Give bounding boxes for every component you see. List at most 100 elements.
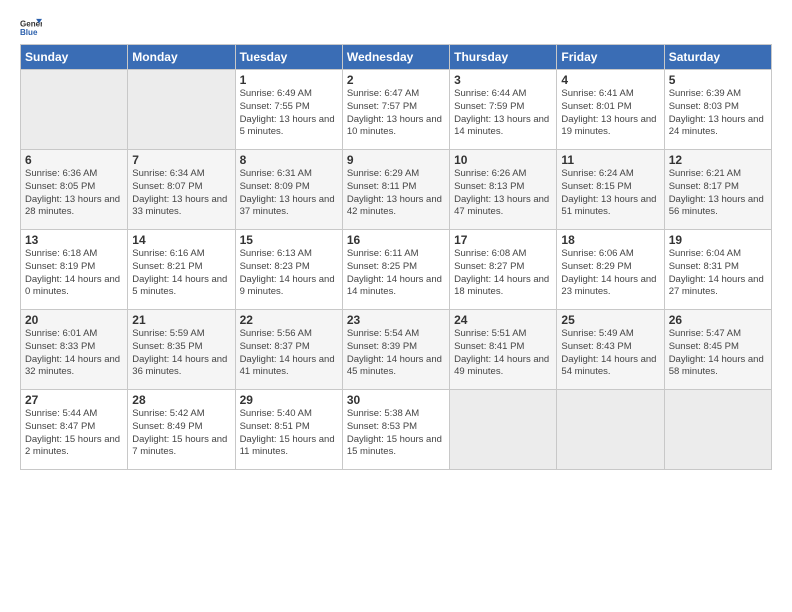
svg-text:Blue: Blue xyxy=(20,28,38,37)
day-info: Sunrise: 6:31 AM Sunset: 8:09 PM Dayligh… xyxy=(240,168,338,219)
calendar-cell: 12Sunrise: 6:21 AM Sunset: 8:17 PM Dayli… xyxy=(664,150,771,230)
day-number: 14 xyxy=(132,233,230,247)
day-number: 20 xyxy=(25,313,123,327)
calendar-cell xyxy=(21,70,128,150)
calendar-cell: 28Sunrise: 5:42 AM Sunset: 8:49 PM Dayli… xyxy=(128,390,235,470)
day-number: 28 xyxy=(132,393,230,407)
calendar-cell xyxy=(128,70,235,150)
logo-icon: General Blue xyxy=(20,16,42,38)
day-info: Sunrise: 6:08 AM Sunset: 8:27 PM Dayligh… xyxy=(454,248,552,299)
day-info: Sunrise: 6:49 AM Sunset: 7:55 PM Dayligh… xyxy=(240,88,338,139)
day-number: 12 xyxy=(669,153,767,167)
weekday-header-thursday: Thursday xyxy=(450,45,557,70)
day-number: 9 xyxy=(347,153,445,167)
header: General Blue xyxy=(20,16,772,38)
calendar-cell: 22Sunrise: 5:56 AM Sunset: 8:37 PM Dayli… xyxy=(235,310,342,390)
day-info: Sunrise: 5:51 AM Sunset: 8:41 PM Dayligh… xyxy=(454,328,552,379)
calendar-cell: 16Sunrise: 6:11 AM Sunset: 8:25 PM Dayli… xyxy=(342,230,449,310)
calendar-cell: 17Sunrise: 6:08 AM Sunset: 8:27 PM Dayli… xyxy=(450,230,557,310)
day-number: 1 xyxy=(240,73,338,87)
weekday-header-saturday: Saturday xyxy=(664,45,771,70)
day-number: 13 xyxy=(25,233,123,247)
day-number: 10 xyxy=(454,153,552,167)
day-number: 16 xyxy=(347,233,445,247)
calendar-cell: 6Sunrise: 6:36 AM Sunset: 8:05 PM Daylig… xyxy=(21,150,128,230)
calendar-cell: 30Sunrise: 5:38 AM Sunset: 8:53 PM Dayli… xyxy=(342,390,449,470)
calendar-cell: 13Sunrise: 6:18 AM Sunset: 8:19 PM Dayli… xyxy=(21,230,128,310)
calendar-cell: 23Sunrise: 5:54 AM Sunset: 8:39 PM Dayli… xyxy=(342,310,449,390)
calendar-table: SundayMondayTuesdayWednesdayThursdayFrid… xyxy=(20,44,772,470)
day-info: Sunrise: 6:18 AM Sunset: 8:19 PM Dayligh… xyxy=(25,248,123,299)
calendar-cell: 9Sunrise: 6:29 AM Sunset: 8:11 PM Daylig… xyxy=(342,150,449,230)
weekday-header-wednesday: Wednesday xyxy=(342,45,449,70)
day-info: Sunrise: 6:41 AM Sunset: 8:01 PM Dayligh… xyxy=(561,88,659,139)
calendar-cell: 25Sunrise: 5:49 AM Sunset: 8:43 PM Dayli… xyxy=(557,310,664,390)
calendar-cell: 29Sunrise: 5:40 AM Sunset: 8:51 PM Dayli… xyxy=(235,390,342,470)
calendar-tbody: 1Sunrise: 6:49 AM Sunset: 7:55 PM Daylig… xyxy=(21,70,772,470)
day-info: Sunrise: 5:38 AM Sunset: 8:53 PM Dayligh… xyxy=(347,408,445,459)
calendar-cell: 26Sunrise: 5:47 AM Sunset: 8:45 PM Dayli… xyxy=(664,310,771,390)
day-number: 30 xyxy=(347,393,445,407)
day-info: Sunrise: 6:36 AM Sunset: 8:05 PM Dayligh… xyxy=(25,168,123,219)
weekday-header-monday: Monday xyxy=(128,45,235,70)
weekday-header-sunday: Sunday xyxy=(21,45,128,70)
calendar-week-row: 6Sunrise: 6:36 AM Sunset: 8:05 PM Daylig… xyxy=(21,150,772,230)
calendar-page: General Blue SundayMondayTuesdayWednesda… xyxy=(0,0,792,612)
day-info: Sunrise: 6:13 AM Sunset: 8:23 PM Dayligh… xyxy=(240,248,338,299)
day-number: 21 xyxy=(132,313,230,327)
day-info: Sunrise: 5:59 AM Sunset: 8:35 PM Dayligh… xyxy=(132,328,230,379)
day-info: Sunrise: 6:26 AM Sunset: 8:13 PM Dayligh… xyxy=(454,168,552,219)
day-number: 7 xyxy=(132,153,230,167)
calendar-week-row: 27Sunrise: 5:44 AM Sunset: 8:47 PM Dayli… xyxy=(21,390,772,470)
day-number: 15 xyxy=(240,233,338,247)
day-number: 26 xyxy=(669,313,767,327)
day-number: 17 xyxy=(454,233,552,247)
calendar-cell: 19Sunrise: 6:04 AM Sunset: 8:31 PM Dayli… xyxy=(664,230,771,310)
day-info: Sunrise: 6:44 AM Sunset: 7:59 PM Dayligh… xyxy=(454,88,552,139)
day-number: 24 xyxy=(454,313,552,327)
calendar-cell: 3Sunrise: 6:44 AM Sunset: 7:59 PM Daylig… xyxy=(450,70,557,150)
calendar-cell: 1Sunrise: 6:49 AM Sunset: 7:55 PM Daylig… xyxy=(235,70,342,150)
day-number: 8 xyxy=(240,153,338,167)
day-info: Sunrise: 6:11 AM Sunset: 8:25 PM Dayligh… xyxy=(347,248,445,299)
day-info: Sunrise: 6:16 AM Sunset: 8:21 PM Dayligh… xyxy=(132,248,230,299)
day-info: Sunrise: 5:54 AM Sunset: 8:39 PM Dayligh… xyxy=(347,328,445,379)
calendar-cell: 24Sunrise: 5:51 AM Sunset: 8:41 PM Dayli… xyxy=(450,310,557,390)
day-number: 6 xyxy=(25,153,123,167)
calendar-cell: 10Sunrise: 6:26 AM Sunset: 8:13 PM Dayli… xyxy=(450,150,557,230)
day-number: 5 xyxy=(669,73,767,87)
weekday-header-tuesday: Tuesday xyxy=(235,45,342,70)
day-number: 18 xyxy=(561,233,659,247)
calendar-cell: 11Sunrise: 6:24 AM Sunset: 8:15 PM Dayli… xyxy=(557,150,664,230)
day-info: Sunrise: 5:42 AM Sunset: 8:49 PM Dayligh… xyxy=(132,408,230,459)
day-number: 25 xyxy=(561,313,659,327)
day-info: Sunrise: 5:49 AM Sunset: 8:43 PM Dayligh… xyxy=(561,328,659,379)
calendar-cell: 4Sunrise: 6:41 AM Sunset: 8:01 PM Daylig… xyxy=(557,70,664,150)
day-number: 11 xyxy=(561,153,659,167)
day-info: Sunrise: 6:47 AM Sunset: 7:57 PM Dayligh… xyxy=(347,88,445,139)
day-info: Sunrise: 5:47 AM Sunset: 8:45 PM Dayligh… xyxy=(669,328,767,379)
calendar-cell xyxy=(557,390,664,470)
calendar-cell: 8Sunrise: 6:31 AM Sunset: 8:09 PM Daylig… xyxy=(235,150,342,230)
calendar-cell: 27Sunrise: 5:44 AM Sunset: 8:47 PM Dayli… xyxy=(21,390,128,470)
day-info: Sunrise: 6:06 AM Sunset: 8:29 PM Dayligh… xyxy=(561,248,659,299)
logo: General Blue xyxy=(20,16,46,38)
header-row: SundayMondayTuesdayWednesdayThursdayFrid… xyxy=(21,45,772,70)
calendar-cell: 21Sunrise: 5:59 AM Sunset: 8:35 PM Dayli… xyxy=(128,310,235,390)
day-number: 4 xyxy=(561,73,659,87)
day-number: 3 xyxy=(454,73,552,87)
day-number: 27 xyxy=(25,393,123,407)
day-info: Sunrise: 6:29 AM Sunset: 8:11 PM Dayligh… xyxy=(347,168,445,219)
day-number: 2 xyxy=(347,73,445,87)
calendar-cell xyxy=(664,390,771,470)
day-number: 22 xyxy=(240,313,338,327)
calendar-cell: 2Sunrise: 6:47 AM Sunset: 7:57 PM Daylig… xyxy=(342,70,449,150)
day-info: Sunrise: 6:34 AM Sunset: 8:07 PM Dayligh… xyxy=(132,168,230,219)
day-info: Sunrise: 6:39 AM Sunset: 8:03 PM Dayligh… xyxy=(669,88,767,139)
calendar-cell: 5Sunrise: 6:39 AM Sunset: 8:03 PM Daylig… xyxy=(664,70,771,150)
day-number: 29 xyxy=(240,393,338,407)
calendar-week-row: 20Sunrise: 6:01 AM Sunset: 8:33 PM Dayli… xyxy=(21,310,772,390)
calendar-cell xyxy=(450,390,557,470)
calendar-cell: 14Sunrise: 6:16 AM Sunset: 8:21 PM Dayli… xyxy=(128,230,235,310)
day-info: Sunrise: 5:44 AM Sunset: 8:47 PM Dayligh… xyxy=(25,408,123,459)
